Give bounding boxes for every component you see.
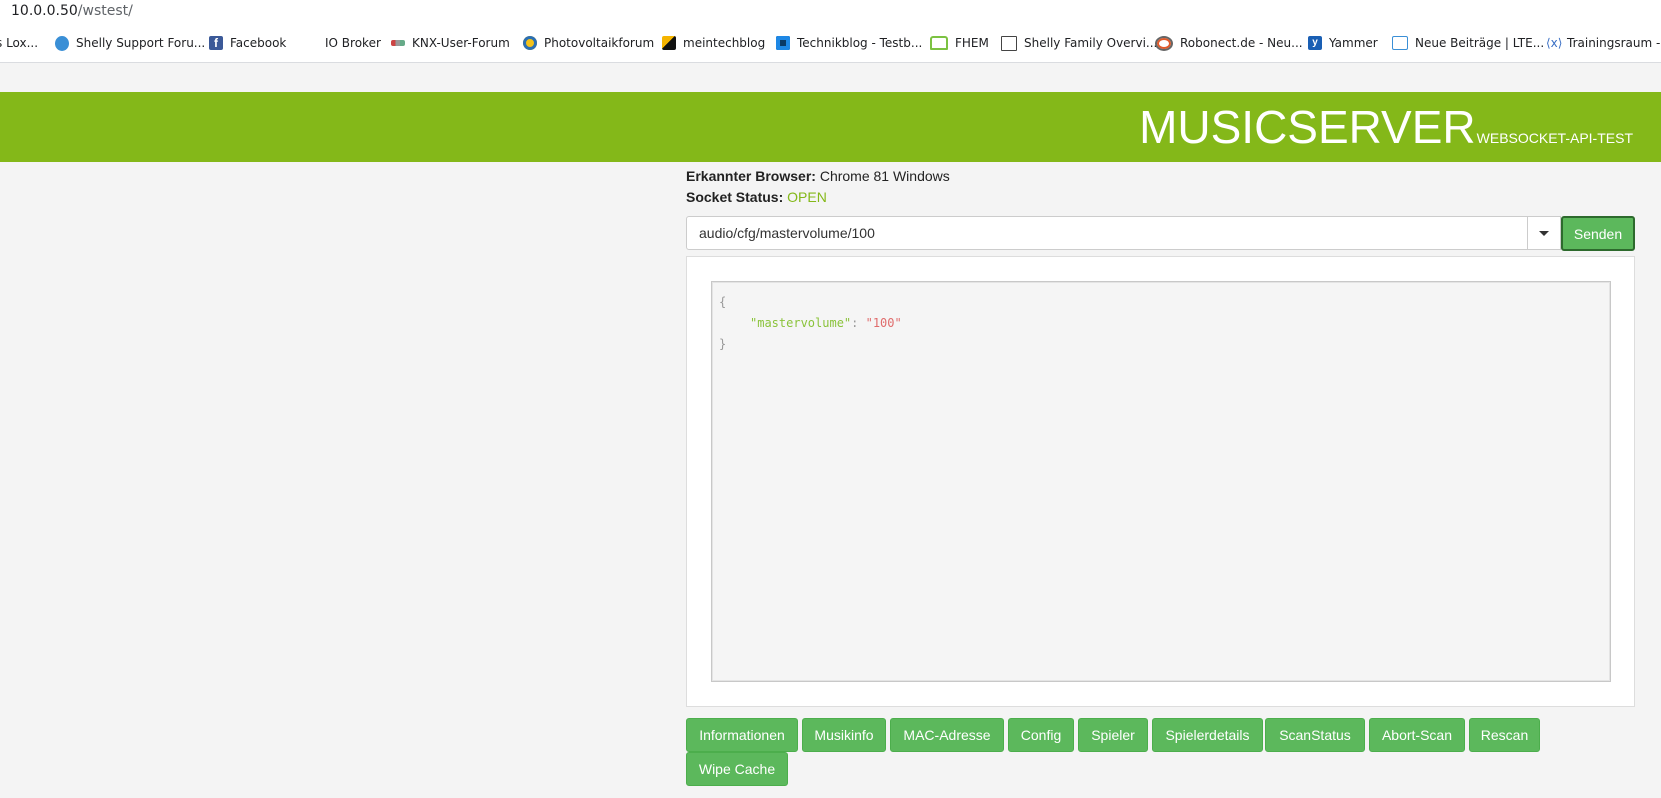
bookmark-label: Yammer — [1329, 36, 1378, 50]
bookmark-label: Trainingsraum - S — [1567, 36, 1661, 50]
bookmark-fhem[interactable]: FHEM — [930, 33, 989, 53]
json-output[interactable]: { "mastervolume": "100" } — [711, 281, 1611, 682]
bookmark-label: Shelly Family Overvi... — [1024, 36, 1158, 50]
bookmark-facebook[interactable]: f Facebook — [209, 33, 286, 53]
bookmark-label: meintechblog — [683, 36, 766, 50]
address-bar[interactable]: 10.0.0.50/wstest/ — [0, 0, 1661, 25]
bookmark-label: Neue Beiträge | LTE... — [1415, 36, 1545, 50]
title-main: MUSICSERVER — [1139, 101, 1476, 153]
bookmark-technikblog[interactable]: Technikblog - Testb... — [776, 33, 922, 53]
caret-down-icon — [1539, 230, 1549, 236]
bookmark-knx[interactable]: KNX-User-Forum — [391, 33, 510, 53]
meintechblog-icon — [662, 36, 676, 50]
rescan-button[interactable]: Rescan — [1469, 718, 1540, 752]
bookmark-label: Robonect.de - Neu... — [1180, 36, 1303, 50]
shelly-icon — [55, 35, 69, 51]
bookmark-yammer[interactable]: y Yammer — [1308, 33, 1378, 53]
config-button[interactable]: Config — [1008, 718, 1074, 752]
bookmark-photovoltaik[interactable]: Photovoltaikforum — [523, 33, 654, 53]
lte-icon — [1392, 36, 1408, 50]
command-input[interactable]: audio/cfg/mastervolume/100 — [686, 216, 1528, 250]
bookmark-meintechblog[interactable]: meintechblog — [662, 33, 765, 53]
bookmark-shelly-family[interactable]: Shelly Family Overvi... — [1001, 33, 1157, 53]
mac-adresse-button[interactable]: MAC-Adresse — [890, 718, 1004, 752]
socket-status: Socket Status: OPEN — [686, 189, 827, 205]
robonect-icon — [1155, 35, 1173, 51]
bookmark-label: Photovoltaikforum — [544, 36, 655, 50]
bookmark-label: IO Broker — [325, 36, 381, 50]
spielerdetails-button[interactable]: Spielerdetails — [1152, 718, 1263, 752]
spieler-button[interactable]: Spieler — [1078, 718, 1148, 752]
browser-label: Erkannter Browser: — [686, 168, 816, 184]
scanstatus-button[interactable]: ScanStatus — [1265, 718, 1365, 752]
bookmark-label: Facebook — [230, 36, 287, 50]
bookmarks-bar: s Lox... Shelly Support Foru... f Facebo… — [0, 25, 1661, 63]
fhem-icon — [930, 36, 948, 50]
pv-icon — [523, 36, 537, 50]
facebook-icon: f — [209, 36, 223, 50]
browser-info: Erkannter Browser: Chrome 81 Windows — [686, 168, 950, 184]
abort-scan-button[interactable]: Abort-Scan — [1369, 718, 1465, 752]
command-dropdown-button[interactable] — [1527, 216, 1561, 250]
url-path: /wstest/ — [77, 3, 133, 19]
informationen-button[interactable]: Informationen — [686, 718, 798, 752]
json-value: "100" — [865, 316, 902, 330]
title-sub: WEBSOCKET-API-TEST — [1476, 130, 1633, 146]
yammer-icon: y — [1308, 36, 1322, 50]
bookmark-training[interactable]: ⟨x⟩ Trainingsraum - S — [1546, 33, 1661, 53]
json-open-brace: { — [719, 295, 727, 309]
bookmark-label: Shelly Support Foru... — [76, 36, 206, 50]
bookmark-label: FHEM — [955, 36, 989, 50]
bookmark-label: s Lox... — [0, 36, 39, 50]
bookmark-lte[interactable]: Neue Beiträge | LTE... — [1392, 33, 1544, 53]
status-value: OPEN — [787, 189, 827, 205]
status-label: Socket Status: — [686, 189, 784, 205]
json-key: "mastervolume" — [750, 316, 852, 330]
url-host: 10.0.0.50 — [11, 3, 78, 19]
bookmark-shelly-support[interactable]: Shelly Support Foru... — [55, 33, 205, 53]
bookmark-label: KNX-User-Forum — [412, 36, 510, 50]
training-icon: ⟨x⟩ — [1546, 36, 1563, 50]
bookmark-lox[interactable]: s Lox... — [0, 33, 38, 53]
knx-icon — [391, 40, 405, 46]
send-button[interactable]: Senden — [1561, 216, 1635, 251]
bookmark-label: Technikblog - Testb... — [797, 36, 923, 50]
page-header: MUSICSERVERWEBSOCKET-API-TEST — [0, 92, 1661, 162]
bookmark-iobroker[interactable]: IO Broker — [325, 33, 381, 53]
browser-value: Chrome 81 Windows — [819, 168, 950, 184]
json-colon: : — [851, 316, 866, 330]
musikinfo-button[interactable]: Musikinfo — [802, 718, 886, 752]
json-close-brace: } — [719, 337, 727, 351]
json-line: "mastervolume": "100" — [719, 313, 1603, 334]
url-text[interactable]: 10.0.0.50/wstest/ — [11, 3, 133, 19]
document-icon — [1001, 35, 1017, 51]
site-title: MUSICSERVERWEBSOCKET-API-TEST — [1139, 100, 1633, 154]
wipe-cache-button[interactable]: Wipe Cache — [686, 752, 788, 786]
bookmark-robonect[interactable]: Robonect.de - Neu... — [1155, 33, 1303, 53]
technikblog-icon — [776, 36, 790, 50]
